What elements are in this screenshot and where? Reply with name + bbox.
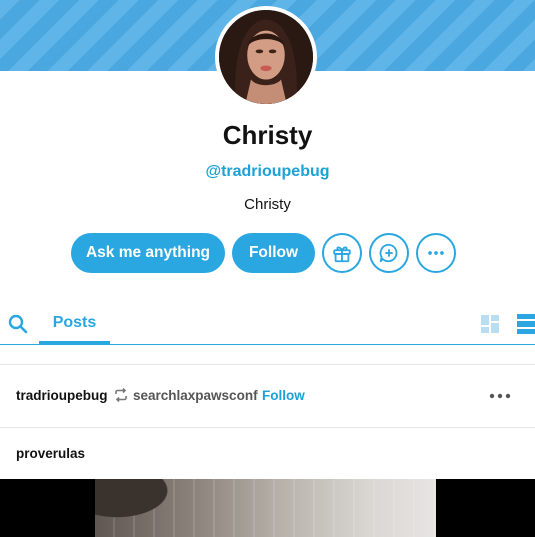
post-header: tradrioupebug searchlaxpawsconf Follow bbox=[0, 378, 535, 414]
reblog-source[interactable]: searchlaxpawsconf bbox=[133, 388, 258, 403]
profile-handle[interactable]: @tradrioupebug bbox=[0, 163, 535, 181]
profile-actions: Ask me anything Follow bbox=[71, 233, 456, 273]
ask-me-anything-button[interactable]: Ask me anything bbox=[71, 233, 225, 273]
list-view-icon[interactable] bbox=[515, 314, 535, 334]
message-plus-icon bbox=[379, 243, 398, 263]
post-image bbox=[95, 479, 436, 537]
gift-button[interactable] bbox=[322, 233, 362, 273]
reblog-author[interactable]: proverulas bbox=[16, 446, 85, 461]
follow-button[interactable]: Follow bbox=[232, 233, 315, 273]
divider bbox=[0, 364, 535, 365]
profile-bio: Christy bbox=[244, 196, 291, 213]
more-icon bbox=[428, 251, 444, 255]
reblog-icon bbox=[115, 388, 127, 402]
avatar[interactable] bbox=[215, 6, 317, 108]
avatar-image bbox=[219, 10, 313, 104]
gift-icon bbox=[333, 246, 351, 263]
post-image-shape bbox=[95, 479, 205, 537]
tab-posts[interactable]: Posts bbox=[39, 300, 110, 344]
profile-tabs: Posts bbox=[0, 300, 535, 345]
post-media[interactable] bbox=[0, 479, 535, 537]
divider bbox=[0, 427, 535, 428]
search-icon[interactable] bbox=[8, 314, 28, 334]
more-icon[interactable] bbox=[488, 388, 512, 404]
more-options-button[interactable] bbox=[416, 233, 456, 273]
post-author[interactable]: tradrioupebug bbox=[16, 388, 108, 403]
post-follow-button[interactable]: Follow bbox=[262, 388, 305, 403]
grid-view-icon[interactable] bbox=[481, 315, 499, 333]
profile-name: Christy bbox=[222, 120, 313, 150]
message-button[interactable] bbox=[369, 233, 409, 273]
